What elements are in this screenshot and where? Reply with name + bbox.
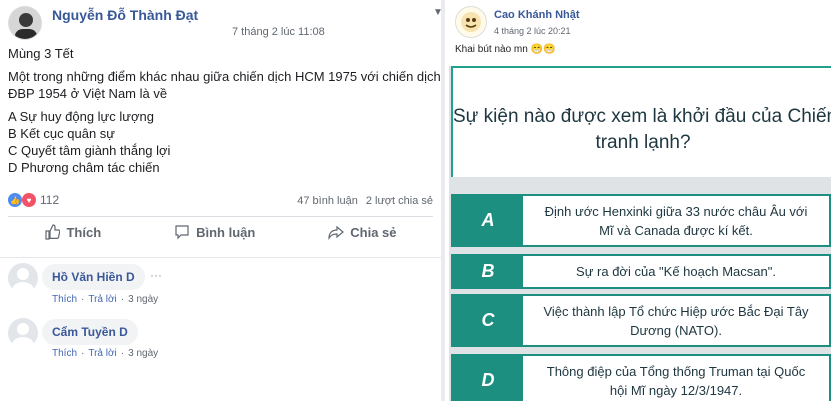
like-button[interactable]: Thích <box>44 224 101 240</box>
option-text: Sự ra đời của "Kế hoạch Macsan". <box>523 256 829 287</box>
quiz-image[interactable]: Sự kiện nào được xem là khởi đầu của Chi… <box>449 66 831 401</box>
author-avatar[interactable] <box>455 6 487 38</box>
like-reaction-icon: 👍 <box>8 193 22 207</box>
post-line: Mùng 3 Tết <box>8 46 74 61</box>
option-line: Thông điệp của Tổng thống Truman tại Quố… <box>546 363 806 379</box>
post-line: Một trong những điểm khác nhau giữa chiế… <box>8 69 441 84</box>
thumbs-up-icon <box>45 224 61 240</box>
like-label: Thích <box>66 224 102 240</box>
quiz-option-c: C Việc thành lập Tổ chức Hiệp ước Bắc Đạ… <box>451 294 831 347</box>
quiz-option-b: B Sự ra đời của "Kế hoạch Macsan". <box>451 254 831 289</box>
post-timestamp[interactable]: 7 tháng 2 lúc 11:08 <box>232 26 325 38</box>
comments-count[interactable]: 47 bình luận <box>297 195 358 207</box>
post-line: B Kết cục quân sự <box>8 126 115 141</box>
post-line: A Sự huy động lực lượng <box>8 109 154 124</box>
post-author[interactable]: Cao Khánh Nhật <box>494 9 580 21</box>
comment-like-link[interactable]: Thích <box>52 294 77 305</box>
share-button[interactable]: Chia sẻ <box>328 224 397 240</box>
love-reaction-icon: ♥ <box>22 193 36 207</box>
quiz-option-d: D Thông điệp của Tổng thống Truman tại Q… <box>451 354 831 401</box>
quiz-question-box: Sự kiện nào được xem là khởi đầu của Chi… <box>451 66 831 177</box>
avatar-image <box>461 12 481 32</box>
post-author[interactable]: Nguyễn Đỗ Thành Đạt <box>52 7 198 23</box>
author-avatar[interactable] <box>8 6 42 40</box>
right-post: Cao Khánh Nhật 4 tháng 2 lúc 20:21 Khai … <box>445 0 831 401</box>
comment-author[interactable]: Hồ Văn Hiền D <box>42 264 145 290</box>
post-line: ĐBP 1954 ở Việt Nam là về <box>8 86 168 101</box>
commenter-avatar[interactable] <box>8 318 38 348</box>
option-letter: C <box>453 296 523 345</box>
comment-author[interactable]: Cẩm Tuyền D <box>42 319 138 345</box>
comment-button[interactable]: Bình luận <box>174 224 255 240</box>
share-label: Chia sẻ <box>350 224 397 240</box>
comment-time[interactable]: 3 ngày <box>128 348 158 359</box>
option-letter: D <box>453 356 523 401</box>
comment-reply-link[interactable]: Trả lời <box>88 294 116 305</box>
post-timestamp[interactable]: 4 tháng 2 lúc 20:21 <box>494 26 571 36</box>
option-letter: B <box>453 256 523 287</box>
comment-like-link[interactable]: Thích <box>52 348 77 359</box>
post-line: D Phương châm tác chiến <box>8 160 160 175</box>
speech-bubble-icon <box>175 225 189 240</box>
option-text: Việc thành lập Tổ chức Hiệp ước Bắc Đại … <box>523 296 829 345</box>
comment-time[interactable]: 3 ngày <box>128 294 158 305</box>
shares-count[interactable]: 2 lượt chia sẻ <box>366 195 433 207</box>
option-line: Định ước Henxinki giữa 33 nước châu Âu v… <box>544 203 808 219</box>
divider <box>0 257 441 258</box>
option-letter: A <box>453 196 523 245</box>
option-line: Sự ra đời của "Kế hoạch Macsan". <box>576 264 776 279</box>
divider <box>8 216 433 217</box>
comment-meta: Thích · Trả lời · 3 ngày <box>52 294 159 305</box>
commenter-avatar[interactable] <box>8 263 38 293</box>
option-line: Dương (NATO). <box>630 322 722 338</box>
post-meta: 7 tháng 2 lúc 11:08 <box>232 26 325 38</box>
reaction-count: 112 <box>40 193 60 207</box>
quiz-question-line: Sự kiện nào được xem là khởi đầu của Chi… <box>453 106 831 127</box>
share-arrow-icon <box>328 225 345 240</box>
left-post: Nguyễn Đỗ Thành Đạt ▼ 7 tháng 2 lúc 11:0… <box>0 0 443 401</box>
post-body: Mùng 3 Tết Một trong những điểm khác nha… <box>8 45 441 176</box>
option-line: Việc thành lập Tổ chức Hiệp ước Bắc Đại … <box>543 303 809 319</box>
quiz-question-line: tranh lạnh? <box>595 132 691 153</box>
reaction-summary[interactable]: 👍 ♥ 112 <box>8 193 59 207</box>
option-line: Mĩ và Canada được kí kết. <box>599 222 753 238</box>
comment-meta: Thích · Trả lời · 3 ngày <box>52 348 159 359</box>
option-text: Thông điệp của Tổng thống Truman tại Quố… <box>523 356 829 401</box>
option-line: hội Mĩ ngày 12/3/1947. <box>609 382 743 398</box>
option-text: Định ước Henxinki giữa 33 nước châu Âu v… <box>523 196 829 245</box>
ellipsis-icon[interactable]: ··· <box>150 268 162 282</box>
comment-reply-link[interactable]: Trả lời <box>88 348 116 359</box>
comment-label: Bình luận <box>196 224 256 240</box>
post-caption: Khai bút nào mn 😁😁 <box>455 44 556 55</box>
quiz-question: Sự kiện nào được xem là khởi đầu của Chi… <box>453 104 831 156</box>
engagement-counts: 47 bình luận 2 lượt chia sẻ <box>297 195 433 207</box>
post-line: C Quyết tâm giành thắng lợi <box>8 143 171 158</box>
post-actions: Thích Bình luận Chia sẻ <box>8 224 433 240</box>
quiz-option-a: A Định ước Henxinki giữa 33 nước châu Âu… <box>451 194 831 247</box>
avatar-image <box>9 7 41 39</box>
